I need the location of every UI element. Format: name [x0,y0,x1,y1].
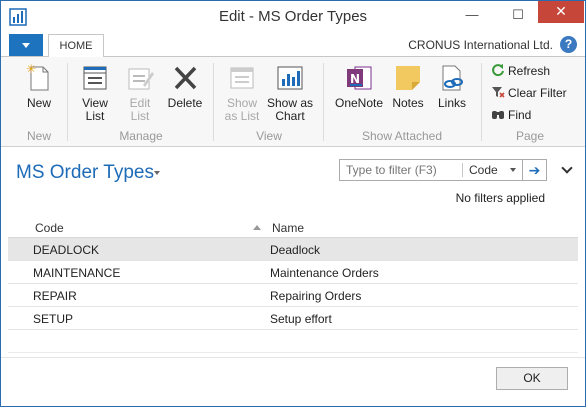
filter-input[interactable] [346,163,456,177]
new-button[interactable]: ✳ New [23,63,55,110]
view-list-label-2: List [85,109,105,123]
refresh-button[interactable]: Refresh [491,62,550,80]
filter-box: Code [339,159,523,181]
edit-list-label-1: Edit [129,96,151,110]
table-row[interactable]: MAINTENANCE Maintenance Orders [8,261,578,284]
svg-text:N: N [350,72,360,86]
refresh-icon [492,64,504,77]
cell-name: Deadlock [270,243,321,257]
refresh-label: Refresh [508,64,551,78]
ribbon-separator [67,63,68,141]
cell-name: Maintenance Orders [270,266,379,280]
binoculars-icon [492,111,504,119]
svg-text:✳: ✳ [26,63,36,76]
view-list-label-1: View [82,96,108,110]
clear-filter-button[interactable]: Clear Filter [491,84,567,102]
cell-code: SETUP [33,312,74,326]
application-menu-button[interactable] [9,34,43,56]
show-as-list-button[interactable]: Show as List [222,63,262,123]
ok-button[interactable]: OK [496,367,568,390]
table-row[interactable]: DEADLOCK Deadlock [8,238,578,261]
sort-ascending-icon [253,225,261,230]
chevron-down-icon[interactable] [510,168,516,172]
clear-filter-icon [492,87,505,98]
cell-code: MAINTENANCE [33,266,121,280]
filter-field-select[interactable]: Code [469,163,498,177]
onenote-button[interactable]: N OneNote [332,63,386,110]
ribbon-separator [481,63,482,141]
maximize-button[interactable]: ☐ [495,1,541,31]
empty-row [8,330,578,353]
help-icon[interactable]: ? [560,36,577,53]
table-header: Code Name [8,216,578,238]
column-header-code[interactable]: Code [35,221,64,235]
tab-home[interactable]: HOME [48,34,104,58]
notes-button[interactable]: Notes [390,63,426,110]
show-as-list-label-1: Show [226,96,258,110]
delete-button[interactable]: Delete [165,63,205,110]
edit-list-label-2: List [130,109,150,123]
notes-icon [396,66,420,90]
new-document-icon: ✳ [26,63,49,91]
delete-label: Delete [167,96,203,110]
chevron-down-icon [22,43,30,48]
chart-icon [277,66,303,90]
chevron-down-icon[interactable] [154,171,160,175]
group-label-page: Page [515,129,545,143]
group-label-new: New [26,129,51,143]
ribbon-separator [323,63,324,141]
collapse-chevron-icon[interactable] [561,162,573,174]
link-icon [442,65,463,91]
edit-list-icon [128,68,154,90]
find-button[interactable]: Find [491,106,531,124]
list-table: Code Name DEADLOCK Deadlock MAINTENANCE … [8,216,578,353]
list-title[interactable]: MS Order Types [16,162,154,184]
view-list-icon [83,66,107,90]
new-label: New [26,96,51,110]
onenote-icon: N [347,66,372,90]
cell-name: Setup effort [270,312,332,326]
onenote-label: OneNote [334,96,384,110]
close-button[interactable]: ✕ [538,1,584,23]
show-as-chart-label-2: Chart [275,109,305,123]
dialog-window: Edit - MS Order Types — ☐ ✕ HOME CRONUS … [0,0,586,407]
show-as-list-icon [230,67,254,89]
ribbon: ✳ New New View List Edit List Delete Man… [1,57,585,147]
find-label: Find [508,108,532,122]
group-label-show-attached: Show Attached [361,129,443,143]
show-as-chart-label-1: Show as [266,96,314,110]
ribbon-separator [213,63,214,141]
table-row[interactable]: SETUP Setup effort [8,307,578,330]
footer-divider [1,357,585,358]
view-list-button[interactable]: View List [78,63,112,123]
delete-x-icon [174,66,197,90]
title-bar: Edit - MS Order Types — ☐ ✕ [1,1,585,33]
apply-filter-arrow-icon[interactable]: ➔ [523,159,547,181]
filter-status: No filters applied [455,191,545,205]
filter-separator [462,163,463,177]
company-name[interactable]: CRONUS International Ltd. [408,38,553,52]
edit-list-button[interactable]: Edit List [123,63,157,123]
cell-name: Repairing Orders [270,289,362,303]
column-header-name[interactable]: Name [272,221,304,235]
show-as-list-label-2: as List [224,109,260,123]
ribbon-tab-row: HOME CRONUS International Ltd. ? [1,33,585,58]
cell-code: REPAIR [33,289,77,303]
group-label-manage: Manage [119,129,163,143]
table-row[interactable]: REPAIR Repairing Orders [8,284,578,307]
cell-code: DEADLOCK [33,243,100,257]
group-label-view: View [256,129,282,143]
links-button[interactable]: Links [435,63,469,110]
clear-filter-label: Clear Filter [508,86,567,100]
show-as-chart-button[interactable]: Show as Chart [265,63,315,123]
notes-label: Notes [392,96,424,110]
links-label: Links [437,96,466,110]
minimize-button[interactable]: — [449,1,495,31]
